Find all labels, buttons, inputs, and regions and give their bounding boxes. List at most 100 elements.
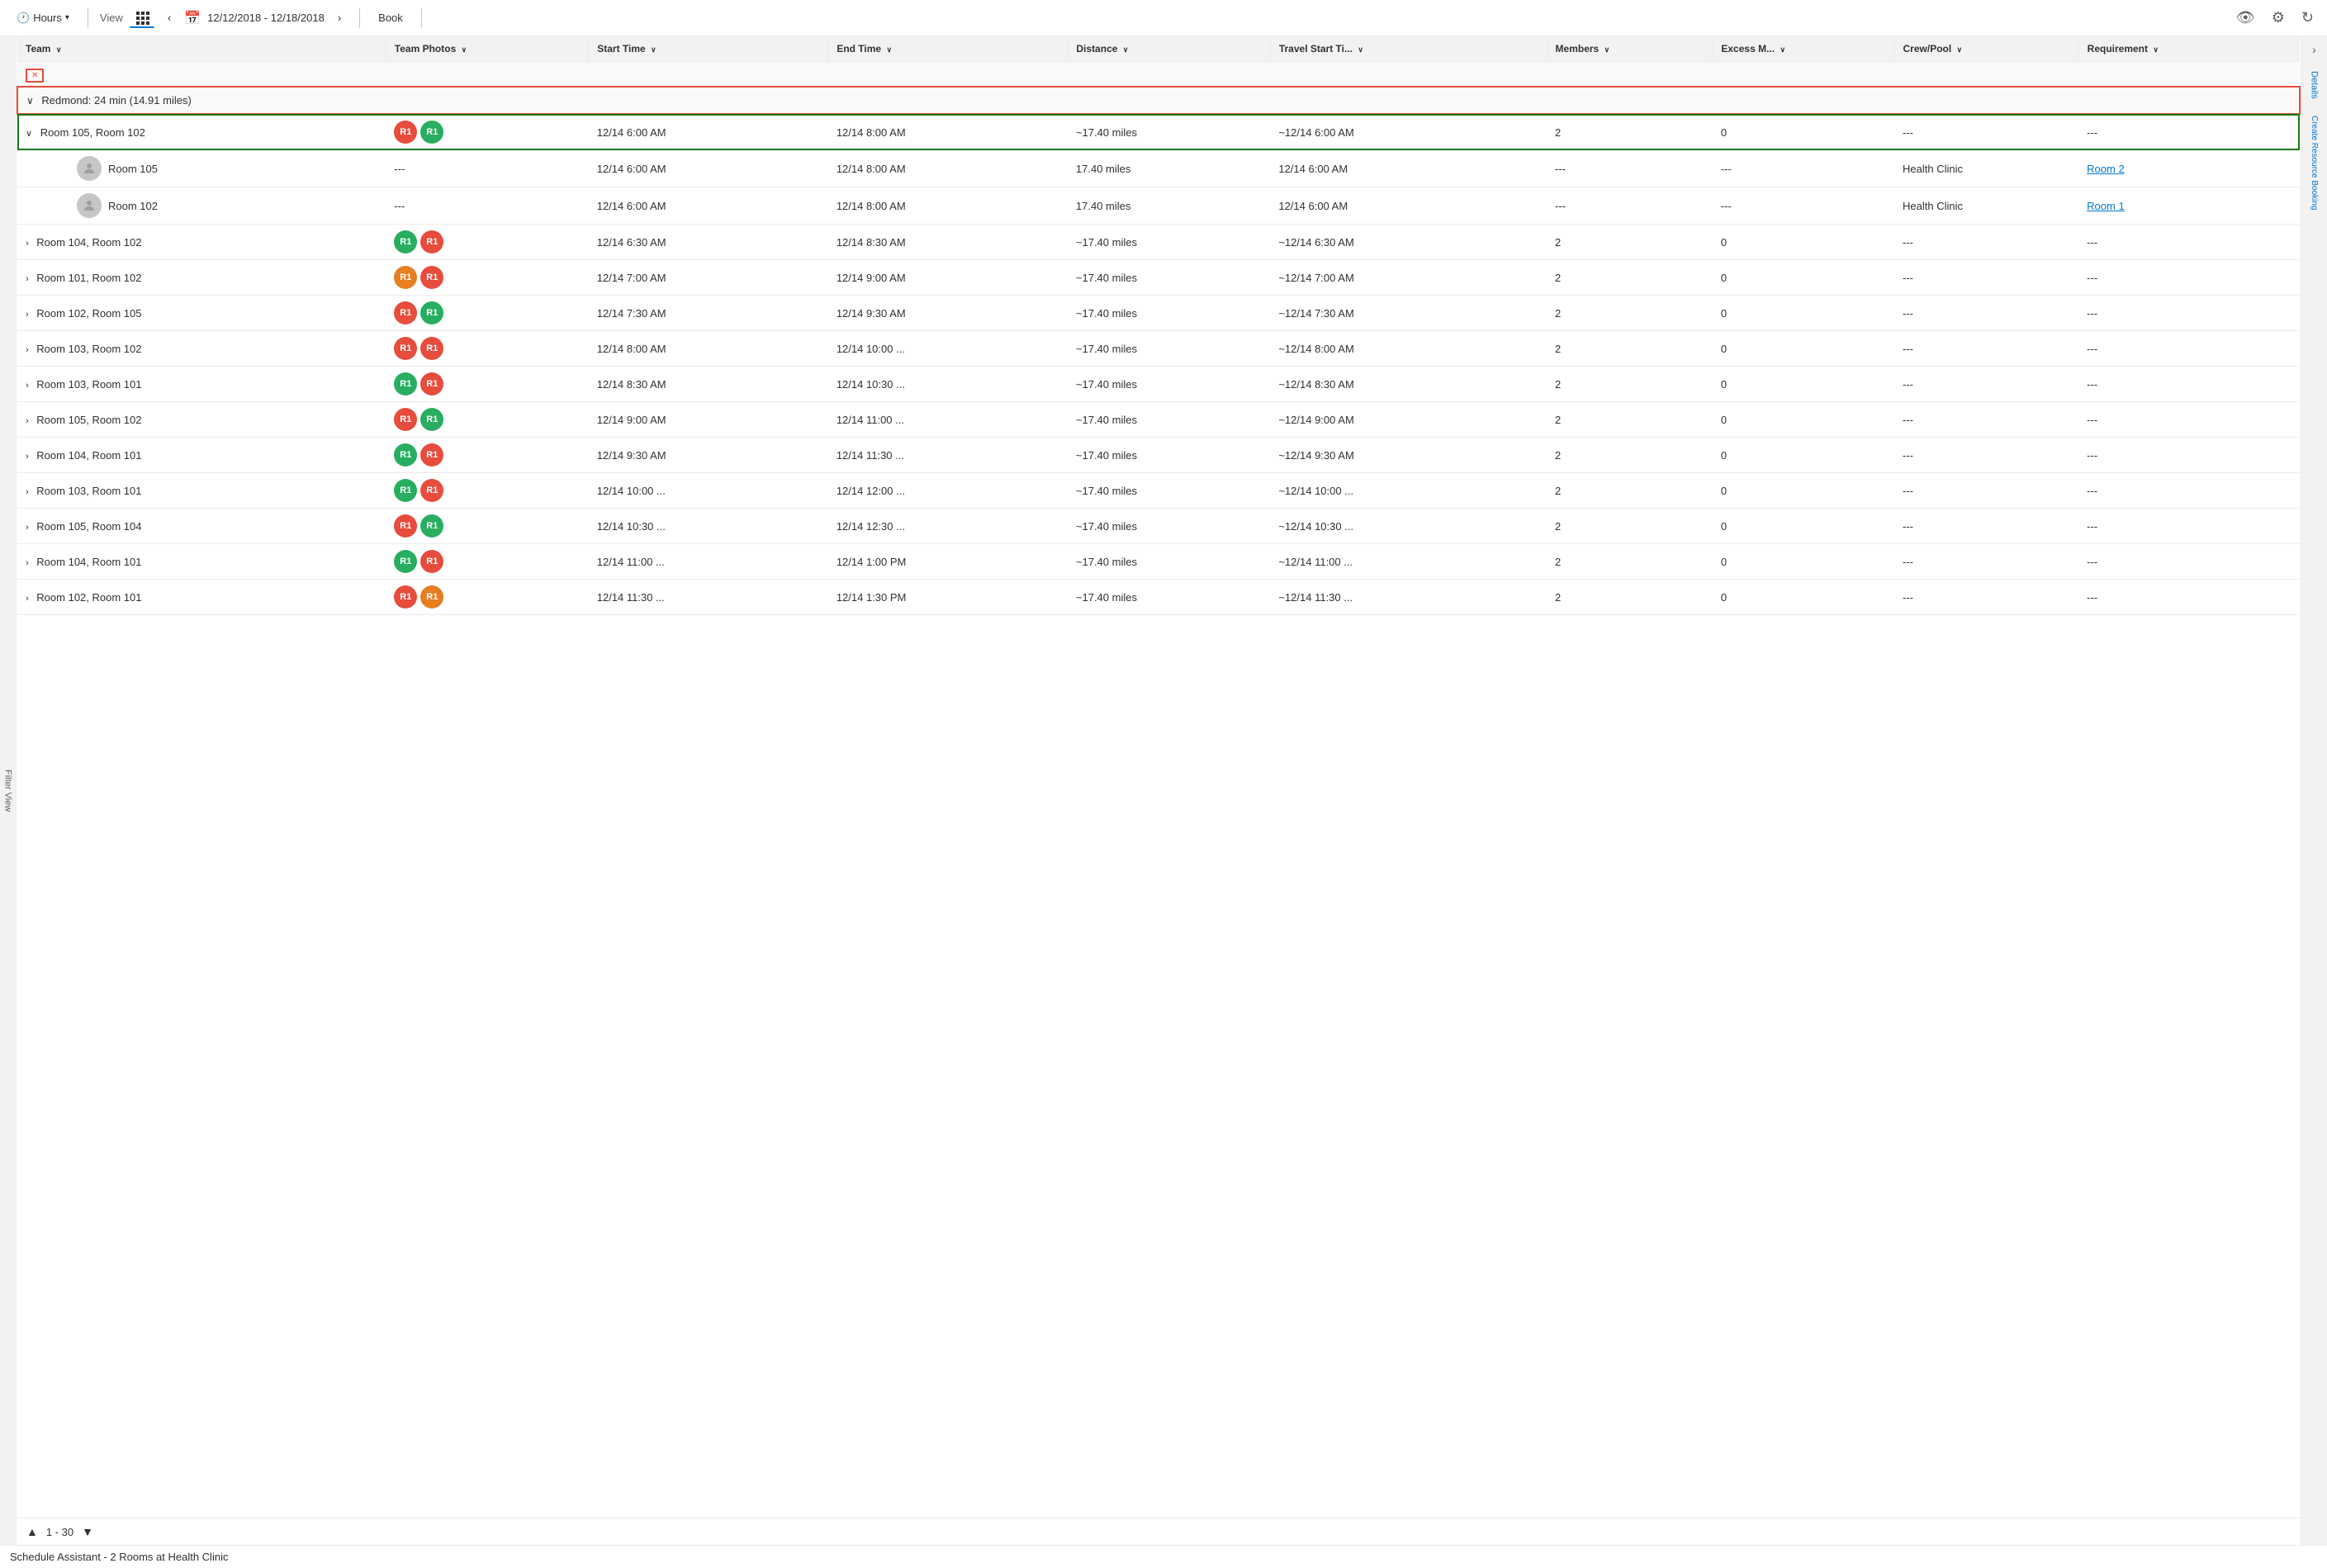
table-row[interactable]: › Room 105, Room 102 R1R1 12/14 9:00 AM … [17,402,2300,438]
table-row[interactable]: › Room 103, Room 102 R1R1 12/14 8:00 AM … [17,331,2300,367]
view-grid-button[interactable] [130,8,154,28]
col-header-start[interactable]: Start Time ∨ [589,36,828,62]
table-row[interactable]: › Room 105, Room 104 R1R1 12/14 10:30 ..… [17,509,2300,544]
table-body: ✕ ∨ Redmond: 24 min (14.91 miles) ∨ Room… [17,62,2300,615]
cell-distance: 17.40 miles [1068,187,1270,225]
cell-end: 12/14 8:00 AM [828,150,1068,187]
cell-crew: --- [1894,331,2078,367]
cell-excess: --- [1713,187,1894,225]
eye-button[interactable]: 👁 [2233,6,2258,30]
col-header-travel[interactable]: Travel Start Ti... ∨ [1270,36,1547,62]
cell-photos: R1R1 [386,473,588,509]
expand-icon[interactable]: › [26,416,29,426]
page-next-button[interactable]: ▼ [82,1525,93,1538]
col-header-req[interactable]: Requirement ∨ [2078,36,2300,62]
cell-start: 12/14 6:00 AM [589,187,828,225]
cell-req: --- [2078,473,2300,509]
cell-team: ∨ Room 105, Room 102 [17,114,386,150]
expand-icon[interactable]: › [26,487,29,497]
refresh-button[interactable]: ↻ [2298,6,2317,30]
table-row[interactable]: › Room 102, Room 101 R1R1 12/14 11:30 ..… [17,580,2300,615]
cell-excess: 0 [1713,580,1894,615]
col-header-photos[interactable]: Team Photos ∨ [386,36,588,62]
expand-icon[interactable]: › [26,274,29,284]
expand-icon[interactable]: › [26,345,29,355]
expand-icon[interactable]: › [26,523,29,533]
table-row[interactable]: Room 105 --- 12/14 6:00 AM 12/14 8:00 AM… [17,150,2300,187]
pagination: ▲ 1 - 30 ▼ [17,1518,2301,1545]
cell-photos: R1R1 [386,367,588,402]
prev-date-button[interactable]: ‹ [161,8,178,27]
table-row[interactable]: › Room 103, Room 101 R1R1 12/14 10:00 ..… [17,473,2300,509]
avatar-circle: R1 [420,230,443,253]
cell-members: --- [1547,187,1713,225]
table-row[interactable]: › Room 104, Room 102 R1R1 12/14 6:30 AM … [17,225,2300,260]
calendar-icon: 📅 [184,10,201,26]
expand-icon[interactable]: › [26,594,29,604]
toolbar: 🕐 Hours ▾ View ‹ 📅 12/12/2018 - 12/18/20… [0,0,2327,36]
row-name: Room 102, Room 101 [36,591,141,604]
col-header-team[interactable]: Team ∨ [17,36,386,62]
row-name: Room 102 [108,200,158,212]
table-row[interactable]: › Room 103, Room 101 R1R1 12/14 8:30 AM … [17,367,2300,402]
expand-icon[interactable]: › [26,310,29,320]
cell-req: --- [2078,580,2300,615]
right-panel-create[interactable]: Create Resource Booking [2305,107,2324,219]
cell-travel: ~12/14 10:30 ... [1270,509,1547,544]
right-panel-details[interactable]: Details [2305,63,2325,107]
settings-button[interactable]: ⚙ [2268,6,2288,30]
avatar-circle: R1 [420,514,443,538]
col-header-end[interactable]: End Time ∨ [828,36,1068,62]
cell-start: 12/14 9:30 AM [589,438,828,473]
col-members-sort: ∨ [1604,45,1610,54]
next-date-button[interactable]: › [331,8,348,27]
filter-view-toggle[interactable]: Filter View [0,36,17,1545]
cell-members: 2 [1547,402,1713,438]
req-link[interactable]: Room 1 [2087,200,2125,212]
expand-icon[interactable]: › [26,452,29,462]
col-header-crew[interactable]: Crew/Pool ∨ [1894,36,2078,62]
cell-members: 2 [1547,544,1713,580]
person-avatar [77,193,102,218]
hours-button[interactable]: 🕐 Hours ▾ [10,8,76,28]
group-expand-icon[interactable]: ∨ [26,95,34,107]
book-button[interactable]: Book [372,8,410,27]
content-area: Team ∨ Team Photos ∨ Start Time ∨ [17,36,2301,1545]
cell-excess: 0 [1713,402,1894,438]
cell-excess: 0 [1713,544,1894,580]
req-link[interactable]: Room 2 [2087,163,2125,175]
col-header-distance[interactable]: Distance ∨ [1068,36,1270,62]
table-row[interactable]: › Room 104, Room 101 R1R1 12/14 9:30 AM … [17,438,2300,473]
table-row[interactable]: ∨ Room 105, Room 102 R1R1 12/14 6:00 AM … [17,114,2300,150]
cell-team: › Room 103, Room 102 [17,331,386,367]
expand-icon[interactable]: ∨ [26,129,32,139]
table-row[interactable]: Room 102 --- 12/14 6:00 AM 12/14 8:00 AM… [17,187,2300,225]
cell-travel: ~12/14 7:30 AM [1270,296,1547,331]
page-prev-button[interactable]: ▲ [26,1525,38,1538]
row-name: Room 101, Room 102 [36,272,141,284]
col-header-excess[interactable]: Excess M... ∨ [1713,36,1894,62]
cell-crew: --- [1894,544,2078,580]
expand-icon[interactable]: › [26,381,29,391]
cell-start: 12/14 6:00 AM [589,114,828,150]
table-row[interactable]: › Room 101, Room 102 R1R1 12/14 7:00 AM … [17,260,2300,296]
right-collapse-button[interactable]: › [2306,36,2323,63]
col-header-members[interactable]: Members ∨ [1547,36,1713,62]
col-photos-sort: ∨ [462,45,467,54]
sep3 [421,8,422,28]
table-row[interactable]: › Room 102, Room 105 R1R1 12/14 7:30 AM … [17,296,2300,331]
cell-end: 12/14 1:30 PM [828,580,1068,615]
expand-icon[interactable]: › [26,239,29,249]
grid-icon [136,12,148,23]
cell-start: 12/14 6:00 AM [589,150,828,187]
group-expand-icon[interactable]: ✕ [26,69,44,83]
cell-distance: ~17.40 miles [1068,509,1270,544]
cell-travel: ~12/14 9:30 AM [1270,438,1547,473]
table-row[interactable]: › Room 104, Room 101 R1R1 12/14 11:00 ..… [17,544,2300,580]
expand-icon[interactable]: › [26,558,29,568]
col-start-label: Start Time [597,43,645,54]
cell-crew: --- [1894,438,2078,473]
col-team-sort: ∨ [56,45,62,54]
row-name: Room 103, Room 102 [36,343,141,355]
cell-photos: R1R1 [386,225,588,260]
